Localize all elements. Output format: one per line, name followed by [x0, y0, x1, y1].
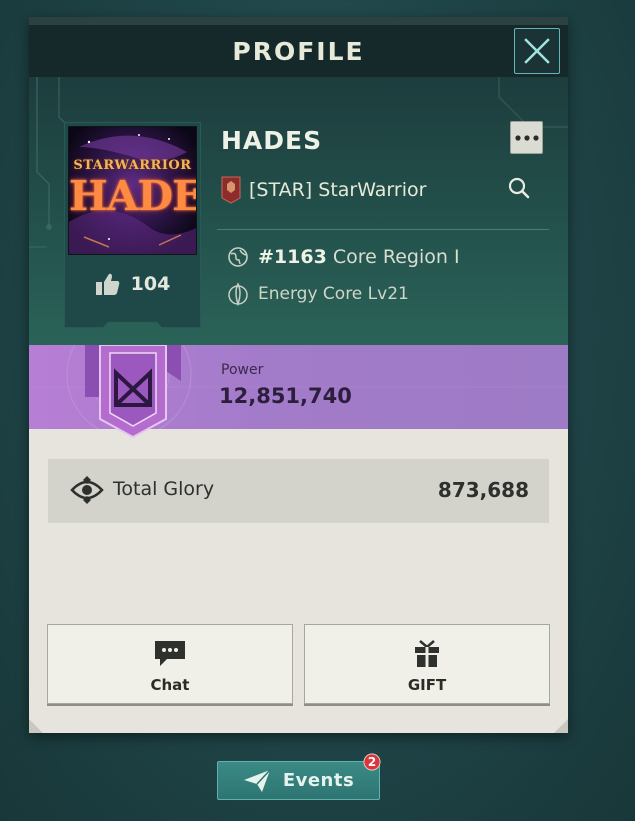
power-value: 12,851,740 [219, 384, 352, 408]
close-icon [524, 38, 550, 64]
page-title: PROFILE [232, 36, 365, 66]
avatar-card: STARWARRIOR HADES 104 [64, 122, 201, 328]
glory-icon [70, 476, 104, 504]
avatar-subtitle: STARWARRIOR [73, 158, 192, 173]
energy-core-row: Energy Core Lv21 [227, 282, 409, 306]
panel-bottom-corner-left [29, 719, 43, 733]
region-rank-text: #1163 Core Region I [258, 246, 460, 268]
like-counter[interactable]: 104 [64, 272, 201, 296]
ellipsis-icon [514, 134, 539, 141]
notification-count: 2 [367, 755, 377, 769]
avatar-title: HADES [69, 172, 196, 220]
globe-icon [228, 247, 248, 267]
glory-value: 873,688 [437, 478, 529, 502]
gift-label: GIFT [407, 676, 447, 694]
paper-plane-icon [243, 768, 271, 792]
panel-top-strip [29, 17, 568, 25]
events-label: Events [282, 770, 355, 791]
alliance-name: [STAR] StarWarrior [249, 179, 427, 201]
region-name: Core Region I [332, 246, 460, 268]
total-glory-row: Total Glory 873,688 [48, 459, 549, 523]
close-button[interactable] [514, 28, 560, 74]
thumbs-up-icon [95, 273, 119, 295]
info-divider [217, 229, 549, 230]
rank-number: #1163 [258, 246, 327, 268]
panel-bottom-corner-right [554, 719, 568, 733]
search-icon[interactable] [508, 177, 530, 199]
power-emblem-icon [85, 345, 181, 439]
gift-button[interactable]: GIFT [304, 624, 550, 704]
energy-core-text: Energy Core Lv21 [258, 284, 409, 304]
events-button[interactable]: Events [217, 761, 380, 800]
chat-button[interactable]: Chat [47, 624, 293, 704]
power-label: Power [221, 362, 264, 378]
glory-label: Total Glory [113, 478, 215, 500]
alliance-info[interactable]: [STAR] StarWarrior [221, 175, 426, 205]
energy-core-icon [228, 282, 248, 306]
profile-header: PROFILE [29, 25, 568, 77]
more-options-button[interactable] [510, 121, 543, 154]
chat-bubble-icon [155, 641, 185, 666]
player-name: HADES [221, 126, 323, 155]
avatar[interactable]: STARWARRIOR HADES [68, 126, 197, 255]
profile-panel: PROFILE STARWARRIOR HAD 104 HADES [STAR]… [29, 17, 568, 733]
likes-count: 104 [130, 273, 171, 295]
region-rank-row: #1163 Core Region I [227, 246, 460, 268]
profile-info-section: STARWARRIOR HADES 104 HADES [STAR] [29, 77, 568, 345]
chat-label: Chat [150, 676, 190, 694]
alliance-banner-icon [221, 176, 241, 204]
gift-icon [415, 640, 439, 667]
